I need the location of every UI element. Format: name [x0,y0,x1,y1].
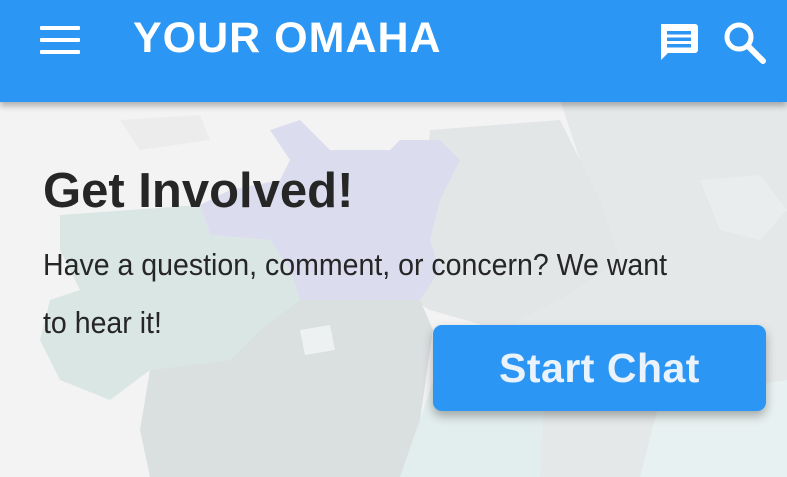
app-title: YOUR OMAHA [133,14,442,62]
chat-message-icon[interactable] [654,18,702,66]
menu-line [40,38,80,42]
hamburger-menu-icon[interactable] [36,22,84,58]
page-heading: Get Involved! [43,164,354,218]
menu-line [40,26,80,30]
menu-line [40,50,80,54]
start-chat-button[interactable]: Start Chat [433,325,766,411]
search-icon[interactable] [720,18,768,66]
app-bar: YOUR OMAHA [0,0,787,102]
get-involved-page: YOUR OMAHA Get Involved! Have a question… [0,0,787,477]
